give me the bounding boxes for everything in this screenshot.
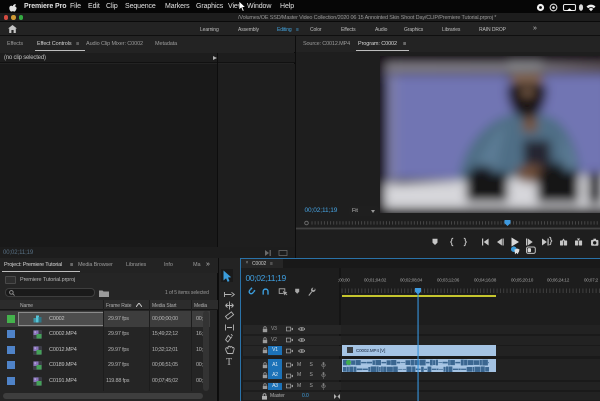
svg-text:T: T bbox=[226, 357, 232, 368]
